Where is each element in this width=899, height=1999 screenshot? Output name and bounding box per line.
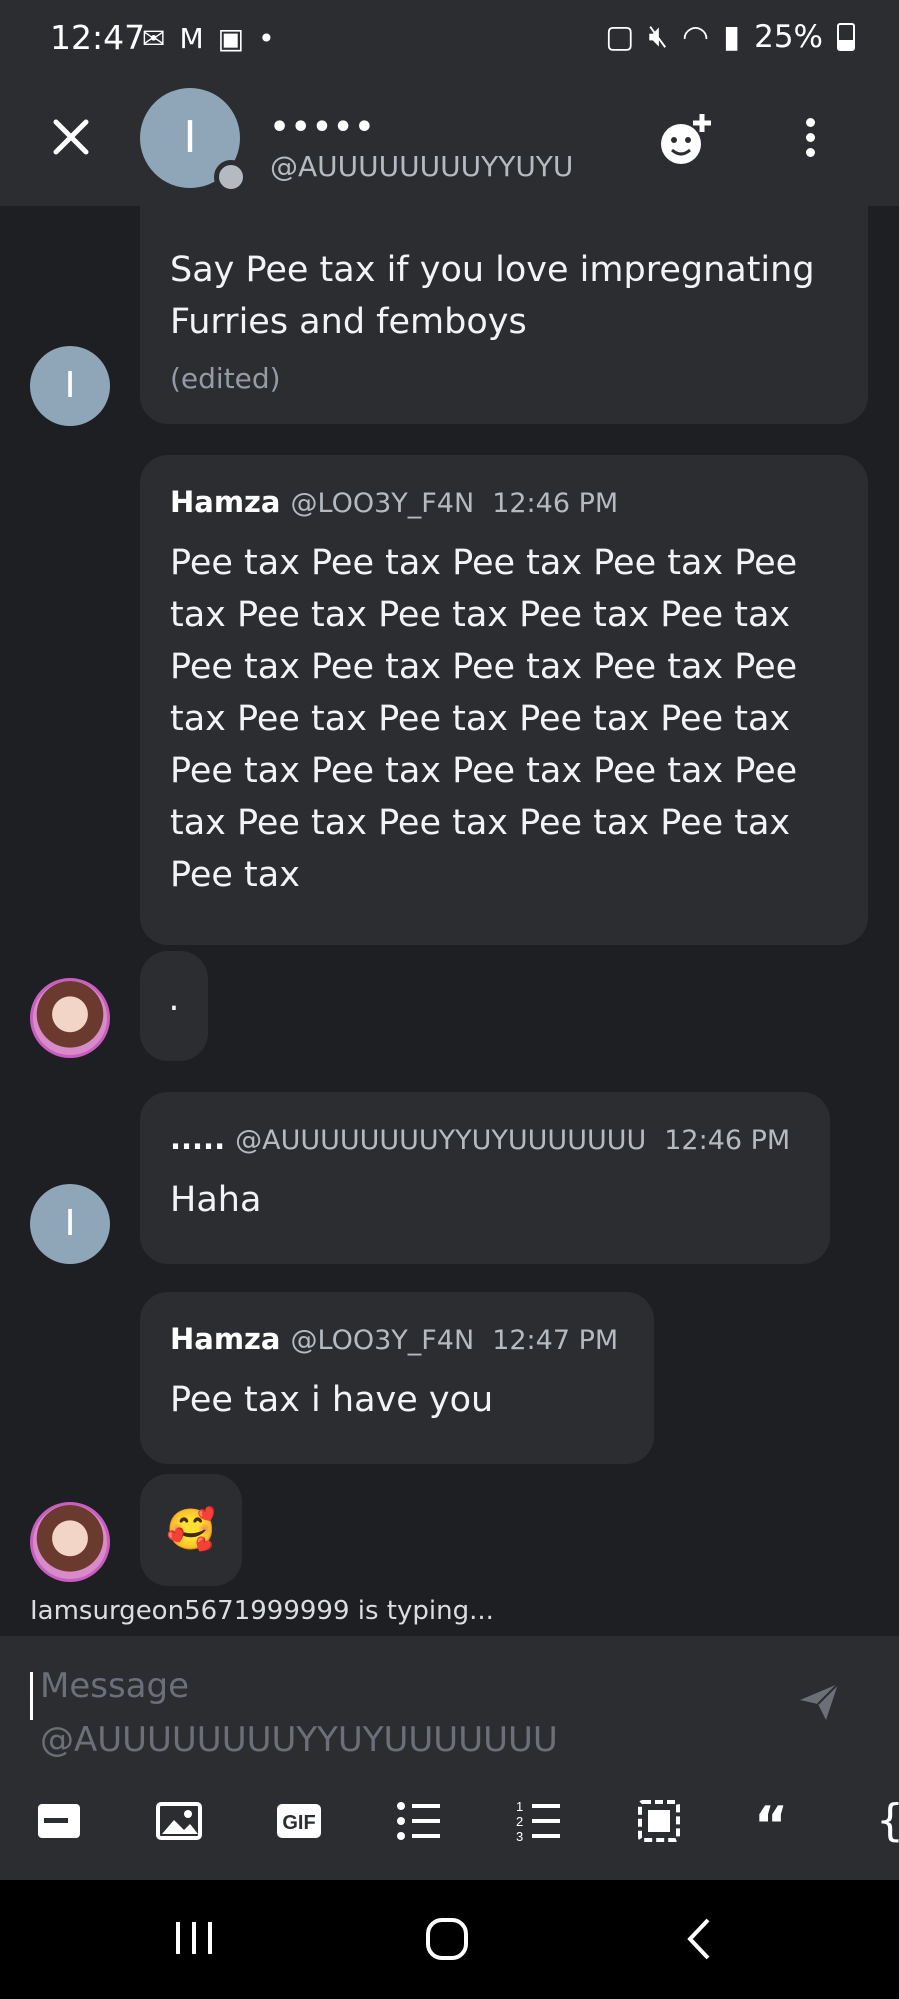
user-avatar[interactable] <box>30 1502 110 1582</box>
message-text: Say Pee tax if you love impregnating Fur… <box>170 250 815 342</box>
message-bubble[interactable]: . <box>140 951 208 1061</box>
spoiler-button[interactable] <box>34 1796 84 1846</box>
svg-text:1: 1 <box>516 1799 523 1814</box>
signal-icon: ▮ <box>723 18 741 55</box>
typing-indicator: Iamsurgeon5671999999 is typing... <box>30 1596 494 1626</box>
recent-apps-button[interactable] <box>164 1914 224 1964</box>
code-block-button[interactable] <box>634 1796 684 1846</box>
message-input-recipient: @AUUUUUUUUYYUYUUUUUUU <box>40 1720 558 1760</box>
chat-header: I ••••• @AUUUUUUUUYYUYU <box>0 80 899 206</box>
add-friend-icon <box>661 114 711 164</box>
gmail-icon: M <box>179 22 204 55</box>
user-avatar[interactable]: I <box>30 346 110 426</box>
header-name[interactable]: ••••• <box>270 110 376 145</box>
more-dot-icon <box>805 148 815 157</box>
bullet-list-icon <box>397 1802 440 1840</box>
more-options-button[interactable] <box>790 112 830 172</box>
close-button[interactable] <box>46 116 96 166</box>
message-input[interactable]: Message <box>40 1666 189 1706</box>
message-bubble[interactable]: Hamza @LOO3Y_F4N 12:46 PM Pee tax Pee tax … <box>140 455 868 945</box>
chat-messages[interactable]: Say Pee tax if you love impregnating Fur… <box>0 206 899 1636</box>
message-bubble[interactable]: Say Pee tax if you love impregnating Fur… <box>140 206 868 424</box>
formatting-toolbar: GIF 123 “ { <box>0 1760 899 1880</box>
add-friend-button[interactable] <box>655 110 717 172</box>
message-handle: @AUUUUUUUUYYUYUUUUUUU <box>235 1125 647 1156</box>
message-text: Haha <box>170 1180 262 1220</box>
message-bubble[interactable]: ..... @AUUUUUUUUYYUYUUUUUUU 12:46 PM Haha <box>140 1092 830 1264</box>
user-avatar[interactable]: I <box>30 1184 110 1264</box>
numbered-list-button[interactable]: 123 <box>514 1796 564 1846</box>
message-time: 12:46 PM <box>664 1125 791 1156</box>
text-caret <box>30 1672 33 1720</box>
more-dot-icon <box>805 133 815 142</box>
notification-icon: ✉ <box>142 22 166 55</box>
battery-icon <box>837 22 855 51</box>
message-emoji: 🥰 <box>166 1507 216 1553</box>
message-handle: @LOO3Y_F4N <box>290 488 475 519</box>
message-meta: ..... @AUUUUUUUUYYUYUUUUUUU 12:46 PM <box>170 1122 800 1156</box>
message-handle: @LOO3Y_F4N <box>290 1325 475 1356</box>
recent-apps-icon <box>176 1922 212 1954</box>
message-author[interactable]: ..... <box>170 1122 225 1156</box>
svg-text:3: 3 <box>516 1829 523 1844</box>
spoiler-icon <box>38 1804 80 1838</box>
back-icon <box>687 1918 710 1960</box>
battery-percent: 25% <box>754 18 823 55</box>
header-handle[interactable]: @AUUUUUUUUYYUYU <box>270 150 595 183</box>
quote-button[interactable]: “ <box>754 1796 804 1856</box>
message-text: . <box>168 979 180 1019</box>
mute-icon: 🔇︎ <box>648 18 668 54</box>
message-text: Pee tax Pee tax Pee tax Pee tax Pee tax … <box>170 543 798 895</box>
gif-icon: GIF <box>277 1804 321 1838</box>
gif-button[interactable]: GIF <box>274 1796 324 1846</box>
dot-icon: • <box>258 22 275 55</box>
numbered-list-icon: 123 <box>516 1799 560 1844</box>
status-bar: 12:47 ✉ M ▣ • ▢ 🔇︎ ◠ ▮ 25% <box>0 0 899 80</box>
bullet-list-button[interactable] <box>394 1796 444 1846</box>
status-icons-left: ✉ M ▣ • <box>142 22 275 55</box>
home-icon <box>426 1918 468 1960</box>
presence-status-dot <box>214 160 248 194</box>
image-icon <box>156 1802 202 1840</box>
send-button[interactable] <box>798 1682 840 1722</box>
user-avatar[interactable] <box>30 978 110 1058</box>
status-time: 12:47 <box>50 18 146 57</box>
gallery-icon: ▣ <box>217 22 245 55</box>
message-meta: Hamza @LOO3Y_F4N 12:47 PM <box>170 1322 624 1356</box>
message-text: Pee tax i have you <box>170 1380 494 1420</box>
svg-text:2: 2 <box>516 1814 523 1829</box>
message-author[interactable]: Hamza <box>170 485 281 519</box>
battery-saver-icon: ▢ <box>605 18 635 55</box>
svg-text:GIF: GIF <box>282 1812 315 1834</box>
message-meta: Hamza @LOO3Y_F4N 12:46 PM <box>170 485 838 519</box>
message-author[interactable]: Hamza <box>170 1322 281 1356</box>
home-button[interactable] <box>418 1914 478 1964</box>
more-dot-icon <box>805 118 815 127</box>
wifi-icon: ◠ <box>681 18 710 55</box>
message-bubble[interactable]: Hamza @LOO3Y_F4N 12:47 PM Pee tax i have y… <box>140 1292 654 1464</box>
send-icon <box>800 1683 839 1720</box>
status-icons-right: ▢ 🔇︎ ◠ ▮ 25% <box>605 18 855 55</box>
message-time: 12:46 PM <box>492 488 619 519</box>
back-button[interactable] <box>670 1914 730 1964</box>
message-composer[interactable]: Message @AUUUUUUUUYYUYUUUUUUU <box>0 1636 899 1760</box>
edited-label: (edited) <box>170 362 281 395</box>
close-icon <box>53 119 89 155</box>
code-button[interactable]: { <box>876 1796 899 1846</box>
navigation-bar <box>0 1880 899 1999</box>
message-time: 12:47 PM <box>492 1325 619 1356</box>
image-button[interactable] <box>154 1796 204 1846</box>
message-bubble[interactable]: 🥰 <box>140 1474 242 1586</box>
code-block-icon <box>638 1800 680 1842</box>
